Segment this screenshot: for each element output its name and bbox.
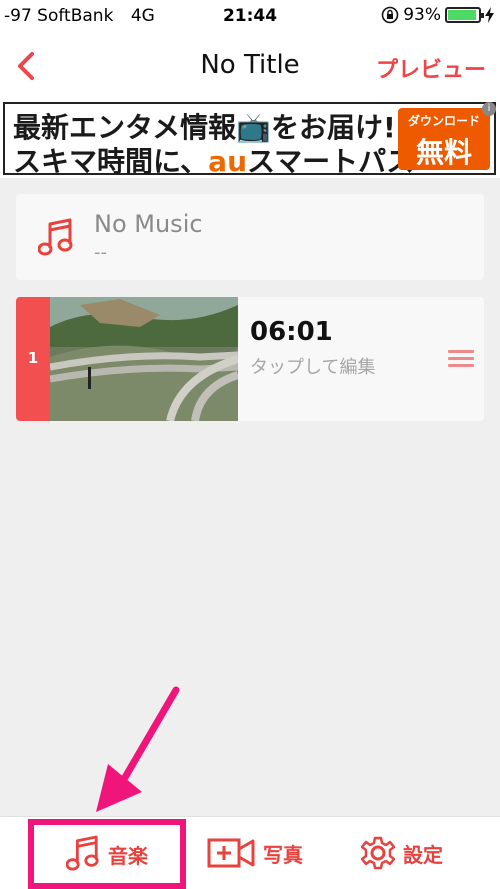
tab-photo[interactable]: 写真 bbox=[200, 823, 310, 883]
music-title: No Music bbox=[94, 210, 203, 238]
add-video-icon bbox=[207, 838, 255, 868]
ad-download-label: ダウンロード bbox=[407, 114, 480, 128]
orientation-lock-icon bbox=[381, 6, 399, 24]
ad-info-icon[interactable]: i bbox=[482, 102, 496, 116]
battery-icon bbox=[445, 7, 484, 23]
ad-line-2-pre: スキマ時間に、 bbox=[13, 145, 209, 178]
clip-index-badge: 1 bbox=[16, 297, 50, 421]
clip-index: 1 bbox=[27, 349, 39, 367]
music-selector[interactable]: No Music -- bbox=[16, 194, 484, 280]
tab-settings-label: 設定 bbox=[403, 842, 443, 867]
status-right: 93% bbox=[381, 5, 494, 25]
preview-button[interactable]: プレビュー bbox=[376, 52, 486, 84]
tab-music-label: 音楽 bbox=[108, 843, 148, 868]
tab-settings[interactable]: 設定 bbox=[352, 823, 452, 883]
ad-line-2: スキマ時間に、auスマートパス bbox=[13, 140, 414, 180]
ad-au-logo: au bbox=[208, 145, 247, 178]
clip-thumbnail[interactable] bbox=[50, 297, 238, 421]
navigation-bar: No Title プレビュー bbox=[0, 34, 500, 100]
music-subtitle: -- bbox=[94, 242, 107, 263]
status-bar: -97 SoftBank 4G 21:44 93% bbox=[0, 0, 500, 34]
tab-photo-label: 写真 bbox=[263, 842, 303, 867]
battery-percent: 93% bbox=[403, 5, 441, 25]
ad-content[interactable]: 最新エンタメ情報📺をお届け! スキマ時間に、auスマートパス ダウンロード 無料… bbox=[3, 102, 496, 178]
pointer-arrow bbox=[96, 686, 180, 812]
clip-edit-hint: タップして編集 bbox=[250, 357, 376, 378]
reorder-handle-icon[interactable] bbox=[448, 350, 474, 367]
clip-item[interactable]: 1 06:01 タップして編集 bbox=[16, 297, 484, 421]
ad-line-2-post: スマートパス bbox=[247, 145, 415, 178]
gear-icon bbox=[361, 836, 395, 870]
ad-banner[interactable]: 最新エンタメ情報📺をお届け! スキマ時間に、auスマートパス ダウンロード 無料… bbox=[0, 100, 500, 178]
tab-bar: 音楽 写真 設定 bbox=[0, 816, 500, 889]
ad-download-badge[interactable]: ダウンロード 無料 bbox=[398, 108, 490, 170]
tab-music[interactable]: 音楽 bbox=[28, 819, 186, 889]
battery-fill bbox=[448, 10, 476, 20]
music-note-icon bbox=[38, 218, 73, 256]
music-note-icon bbox=[66, 835, 99, 871]
ad-free-label: 無料 bbox=[415, 136, 472, 169]
charging-icon bbox=[485, 7, 494, 23]
clip-duration: 06:01 bbox=[250, 317, 333, 347]
